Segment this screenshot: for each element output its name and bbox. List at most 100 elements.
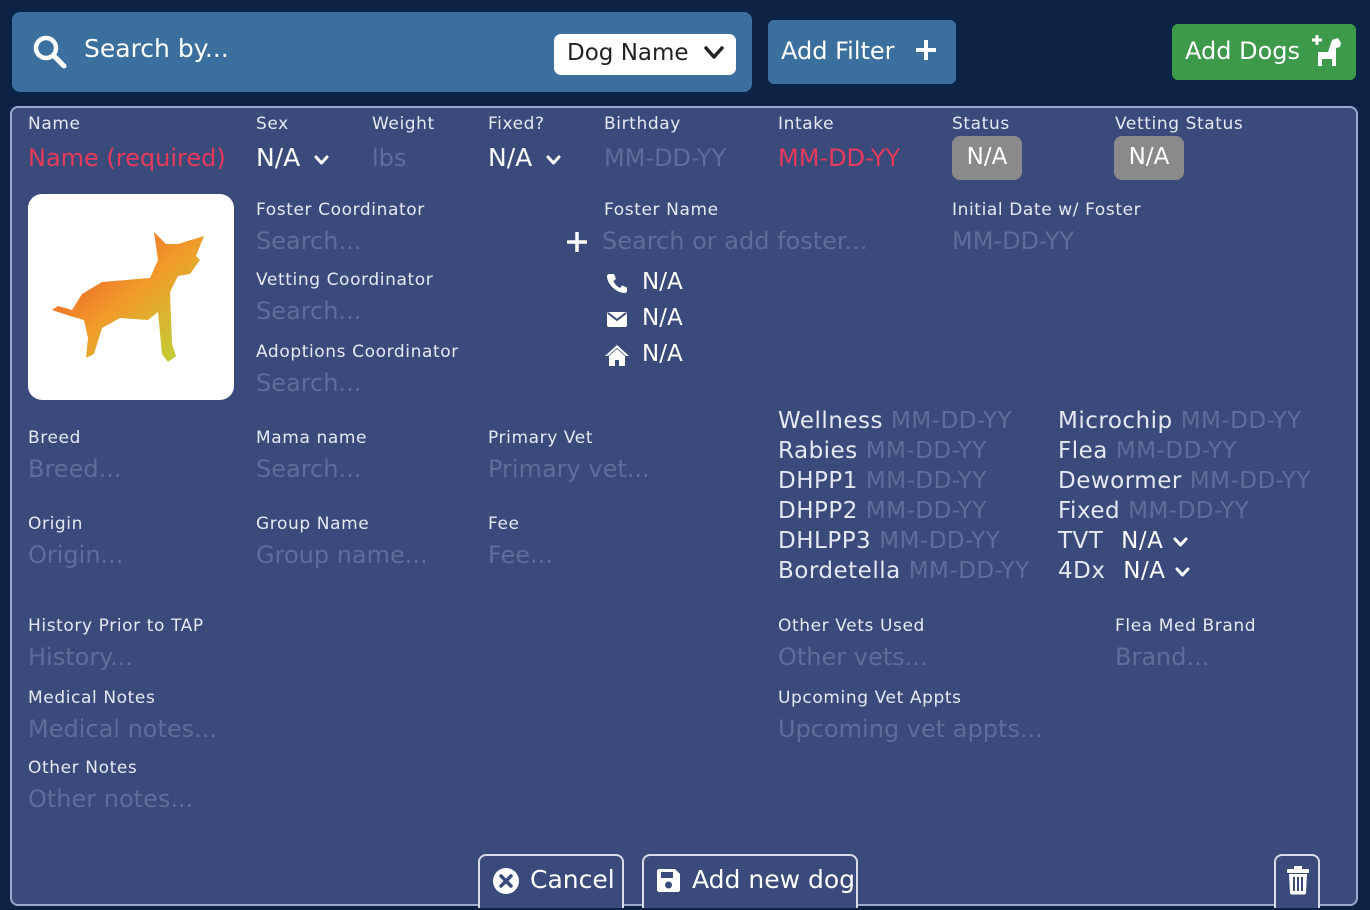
origin-label: Origin: [28, 514, 83, 534]
origin-input[interactable]: Origin...: [28, 541, 123, 569]
vetting-label: Microchip: [1058, 408, 1173, 434]
vetting-coordinator-input[interactable]: Search...: [256, 297, 361, 325]
chevron-down-icon: [546, 155, 561, 165]
other-vets-input[interactable]: Other vets...: [778, 643, 928, 671]
dog-plus-icon: [1312, 35, 1341, 66]
foster-coordinator-label: Foster Coordinator: [256, 200, 425, 220]
vetting-date-input[interactable]: MM-DD-YY: [891, 408, 1012, 434]
vetting-4dx[interactable]: 4Dx N/A: [1058, 558, 1190, 584]
add-filter-button[interactable]: Add Filter: [768, 20, 956, 84]
vetting-label: 4Dx: [1058, 558, 1106, 584]
vetting-status-badge[interactable]: N/A: [1114, 136, 1184, 180]
vetting-date-input[interactable]: MM-DD-YY: [909, 558, 1030, 584]
vetting-label: DHPP2: [778, 498, 858, 524]
foster-name-input[interactable]: Search or add foster...: [602, 227, 867, 255]
vetting-status-label: Vetting Status: [1115, 114, 1244, 134]
search-bar[interactable]: Search by... Dog Name: [12, 12, 752, 92]
primary-vet-input[interactable]: Primary vet...: [488, 455, 650, 483]
vetting-date-input[interactable]: MM-DD-YY: [1116, 438, 1237, 464]
vetting-date-input[interactable]: MM-DD-YY: [1181, 408, 1302, 434]
vetting-label: Dewormer: [1058, 468, 1182, 494]
vetting-coordinator-label: Vetting Coordinator: [256, 270, 434, 290]
foster-name-label: Foster Name: [604, 200, 719, 220]
vetting-microchip[interactable]: Microchip MM-DD-YY: [1058, 408, 1302, 434]
vetting-date-input[interactable]: MM-DD-YY: [866, 438, 987, 464]
birthday-label: Birthday: [604, 114, 681, 134]
vetting-dhlpp3[interactable]: DHLPP3 MM-DD-YY: [778, 528, 1000, 554]
status-label: Status: [952, 114, 1010, 134]
vetting-date-input[interactable]: MM-DD-YY: [1190, 468, 1311, 494]
delete-button[interactable]: [1274, 854, 1320, 908]
medical-notes-input[interactable]: Medical notes...: [28, 715, 217, 743]
fee-input[interactable]: Fee...: [488, 541, 553, 569]
vetting-label: DHLPP3: [778, 528, 872, 554]
name-label: Name: [28, 114, 81, 134]
vetting-date-input[interactable]: MM-DD-YY: [866, 468, 987, 494]
vetting-date-input[interactable]: MM-DD-YY: [866, 498, 987, 524]
close-circle-icon: [493, 868, 519, 894]
vetting-label: TVT: [1058, 528, 1104, 554]
name-input[interactable]: Name (required): [28, 144, 226, 172]
fixed-value: N/A: [488, 143, 533, 172]
vetting-label: Fixed: [1058, 498, 1121, 524]
tvt-select[interactable]: N/A: [1121, 528, 1163, 554]
vetting-wellness[interactable]: Wellness MM-DD-YY: [778, 408, 1012, 434]
dog-photo[interactable]: [28, 194, 234, 400]
upcoming-appts-input[interactable]: Upcoming vet appts...: [778, 715, 1043, 743]
foster-coordinator-input[interactable]: Search...: [256, 227, 361, 255]
initial-date-label: Initial Date w/ Foster: [952, 200, 1142, 220]
weight-input[interactable]: lbs: [372, 144, 406, 172]
medical-notes-label: Medical Notes: [28, 688, 156, 708]
vetting-dewormer[interactable]: Dewormer MM-DD-YY: [1058, 468, 1311, 494]
mama-name-label: Mama name: [256, 428, 368, 448]
add-dogs-button[interactable]: Add Dogs: [1172, 24, 1356, 80]
vetting-tvt[interactable]: TVT N/A: [1058, 528, 1188, 554]
vetting-fixed[interactable]: Fixed MM-DD-YY: [1058, 498, 1249, 524]
history-input[interactable]: History...: [28, 643, 133, 671]
add-new-dog-button[interactable]: Add new dog: [642, 854, 858, 908]
envelope-icon: [607, 312, 627, 327]
flea-brand-label: Flea Med Brand: [1115, 616, 1257, 636]
sex-select[interactable]: N/A: [256, 143, 329, 172]
other-notes-label: Other Notes: [28, 758, 138, 778]
flea-brand-input[interactable]: Brand...: [1115, 643, 1209, 671]
breed-input[interactable]: Breed...: [28, 455, 121, 483]
fixed-select[interactable]: N/A: [488, 143, 561, 172]
adoptions-coordinator-label: Adoptions Coordinator: [256, 342, 459, 362]
intake-input[interactable]: MM-DD-YY: [778, 144, 900, 172]
group-name-input[interactable]: Group name...: [256, 541, 428, 569]
birthday-input[interactable]: MM-DD-YY: [604, 144, 726, 172]
chevron-down-icon: [314, 155, 329, 165]
cancel-label: Cancel: [530, 865, 615, 894]
initial-date-input[interactable]: MM-DD-YY: [952, 227, 1074, 255]
status-badge[interactable]: N/A: [952, 136, 1022, 180]
adoptions-coordinator-input[interactable]: Search...: [256, 369, 361, 397]
vetting-date-input[interactable]: MM-DD-YY: [1128, 498, 1249, 524]
4dx-select[interactable]: N/A: [1123, 558, 1165, 584]
group-name-label: Group Name: [256, 514, 370, 534]
vetting-label: DHPP1: [778, 468, 858, 494]
vetting-label: Flea: [1058, 438, 1108, 464]
vetting-rabies[interactable]: Rabies MM-DD-YY: [778, 438, 987, 464]
vetting-dhpp2[interactable]: DHPP2 MM-DD-YY: [778, 498, 987, 524]
vetting-dhpp1[interactable]: DHPP1 MM-DD-YY: [778, 468, 987, 494]
plus-icon[interactable]: [567, 232, 587, 252]
weight-label: Weight: [372, 114, 435, 134]
add-filter-label: Add Filter: [781, 37, 895, 65]
chevron-down-icon: [1173, 537, 1188, 547]
mama-name-input[interactable]: Search...: [256, 455, 361, 483]
search-field-select[interactable]: Dog Name: [554, 34, 736, 75]
search-field-value: Dog Name: [567, 40, 689, 66]
primary-vet-label: Primary Vet: [488, 428, 594, 448]
vetting-flea[interactable]: Flea MM-DD-YY: [1058, 438, 1237, 464]
vetting-bordetella[interactable]: Bordetella MM-DD-YY: [778, 558, 1030, 584]
sex-value: N/A: [256, 143, 301, 172]
search-icon: [33, 35, 67, 69]
search-input[interactable]: Search by...: [84, 34, 229, 63]
floppy-disk-icon: [657, 869, 680, 892]
home-icon: [605, 345, 629, 366]
dog-silhouette-icon: [52, 232, 204, 362]
other-notes-input[interactable]: Other notes...: [28, 785, 193, 813]
cancel-button[interactable]: Cancel: [478, 854, 624, 908]
vetting-date-input[interactable]: MM-DD-YY: [879, 528, 1000, 554]
